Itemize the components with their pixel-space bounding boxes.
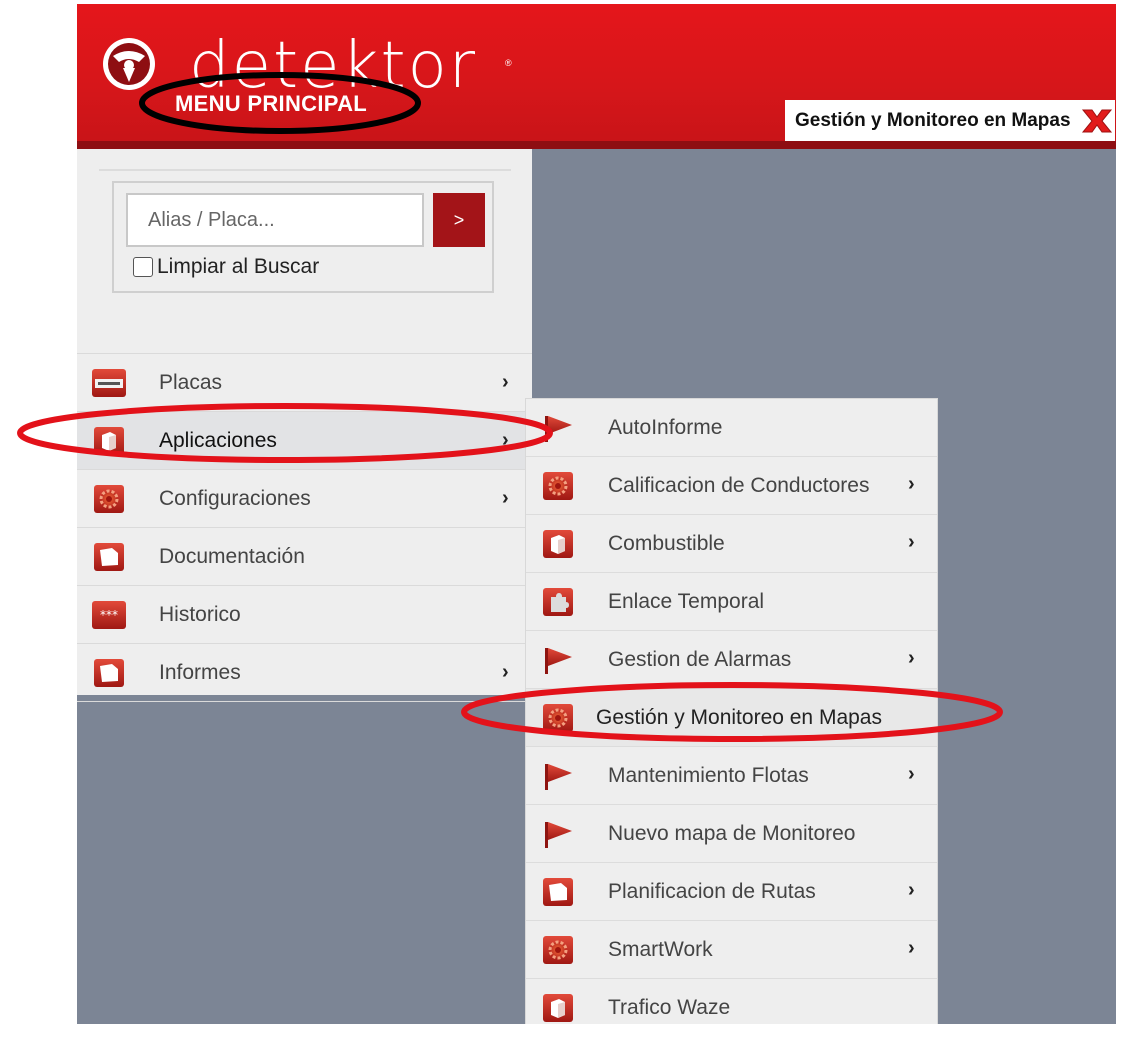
chevron-right-icon: ›	[908, 937, 915, 959]
menu-principal-label: MENU PRINCIPAL	[175, 91, 368, 116]
logo: detektor ®	[99, 26, 512, 103]
chevron-right-icon: ›	[908, 763, 915, 785]
svg-text:***: ***	[100, 608, 118, 622]
submenu-item-label: Mantenimiento Flotas	[608, 764, 809, 787]
tab-label: Gestión y Monitoreo en Mapas	[795, 109, 1071, 131]
clear-on-search-label: Limpiar al Buscar	[157, 255, 320, 278]
flag-icon	[545, 648, 572, 674]
menu-item-aplicaciones[interactable]: Aplicaciones ›	[77, 412, 532, 470]
submenu-item-label: Trafico Waze	[608, 996, 731, 1019]
box-icon	[94, 427, 124, 455]
menu-item-label: Aplicaciones	[159, 428, 277, 452]
submenu-item-trafico-waze[interactable]: Trafico Waze	[526, 979, 937, 1024]
folder-icon	[94, 543, 124, 571]
flag-icon	[545, 764, 572, 790]
tab-gestion-monitoreo[interactable]: Gestión y Monitoreo en Mapas	[785, 100, 1115, 141]
flag-icon	[545, 416, 572, 442]
main-menu: Placas › Aplicaciones › Configuraciones …	[77, 353, 532, 702]
header-bar: detektor ® MENU PRINCIPAL Gestión y Moni…	[77, 4, 1116, 149]
box-icon	[543, 994, 573, 1022]
submenu-item-gestion-alarmas[interactable]: Gestion de Alarmas ›	[526, 631, 937, 689]
clear-on-search-checkbox[interactable]	[133, 257, 153, 277]
menu-item-label: Informes	[159, 660, 241, 684]
gear-icon	[543, 704, 573, 732]
flag-icon	[545, 822, 572, 848]
chevron-right-icon: ›	[908, 647, 915, 669]
app-window: detektor ® MENU PRINCIPAL Gestión y Moni…	[77, 4, 1116, 1024]
menu-item-historico[interactable]: *** Historico	[77, 586, 532, 644]
divider	[99, 169, 511, 171]
submenu-item-calificacion-conductores[interactable]: Calificacion de Conductores ›	[526, 457, 937, 515]
submenu-item-nuevo-mapa-monitoreo[interactable]: Nuevo mapa de Monitoreo	[526, 805, 937, 863]
submenu-item-label: Planificacion de Rutas	[608, 880, 816, 903]
gear-icon	[543, 936, 573, 964]
submenu-item-planificacion-rutas[interactable]: Planificacion de Rutas ›	[526, 863, 937, 921]
submenu-item-label: Combustible	[608, 532, 725, 555]
box-icon	[543, 530, 573, 558]
menu-item-documentacion[interactable]: Documentación	[77, 528, 532, 586]
main-menu-panel: > Limpiar al Buscar Placas ›	[77, 149, 532, 702]
search-button[interactable]: >	[433, 193, 485, 247]
chevron-right-icon: ›	[502, 661, 509, 683]
detektor-logo-icon	[103, 38, 155, 90]
submenu-item-label: SmartWork	[608, 938, 713, 961]
search-input[interactable]	[126, 193, 424, 247]
submenu-aplicaciones: AutoInforme Calificacion de Conductores …	[525, 398, 938, 1024]
menu-item-label: Configuraciones	[159, 486, 311, 510]
submenu-item-enlace-temporal[interactable]: Enlace Temporal	[526, 573, 937, 631]
gear-icon	[94, 485, 124, 513]
submenu-item-label: Gestión y Monitoreo en Mapas	[596, 706, 882, 729]
submenu-item-combustible[interactable]: Combustible ›	[526, 515, 937, 573]
menu-item-placas[interactable]: Placas ›	[77, 354, 532, 412]
chevron-right-icon: ›	[908, 531, 915, 553]
menu-item-informes[interactable]: Informes ›	[77, 644, 532, 702]
folder-icon	[94, 659, 124, 687]
submenu-item-smartwork[interactable]: SmartWork ›	[526, 921, 937, 979]
submenu-item-label: Nuevo mapa de Monitoreo	[608, 822, 856, 845]
chevron-right-icon: ›	[502, 487, 509, 509]
password-icon: ***	[92, 601, 126, 629]
folder-icon	[543, 878, 573, 906]
registered-mark: ®	[505, 58, 512, 68]
brand-name: detektor	[189, 29, 478, 103]
clear-on-search-row: Limpiar al Buscar	[133, 255, 319, 279]
submenu-item-label: Enlace Temporal	[608, 590, 765, 613]
submenu-item-label: AutoInforme	[608, 416, 723, 439]
close-x-icon[interactable]	[1079, 106, 1115, 136]
submenu-item-mantenimiento-flotas[interactable]: Mantenimiento Flotas ›	[526, 747, 937, 805]
license-plate-icon	[92, 369, 126, 397]
submenu-item-gestion-monitoreo-mapas[interactable]: Gestión y Monitoreo en Mapas	[526, 689, 937, 747]
chevron-right-icon: ›	[502, 429, 509, 451]
chevron-right-icon: ›	[908, 879, 915, 901]
chevron-right-icon: ›	[908, 473, 915, 495]
submenu-item-label: Calificacion de Conductores	[608, 474, 870, 497]
submenu-item-autoinforme[interactable]: AutoInforme	[526, 399, 937, 457]
menu-item-label: Placas	[159, 370, 223, 394]
chevron-right-icon: ›	[502, 371, 509, 393]
menu-item-label: Historico	[159, 602, 241, 626]
menu-item-label: Documentación	[159, 544, 305, 568]
submenu-item-label: Gestion de Alarmas	[608, 648, 792, 671]
menu-item-configuraciones[interactable]: Configuraciones ›	[77, 470, 532, 528]
search-box: > Limpiar al Buscar	[112, 181, 494, 293]
gear-icon	[543, 472, 573, 500]
puzzle-icon	[543, 588, 573, 616]
